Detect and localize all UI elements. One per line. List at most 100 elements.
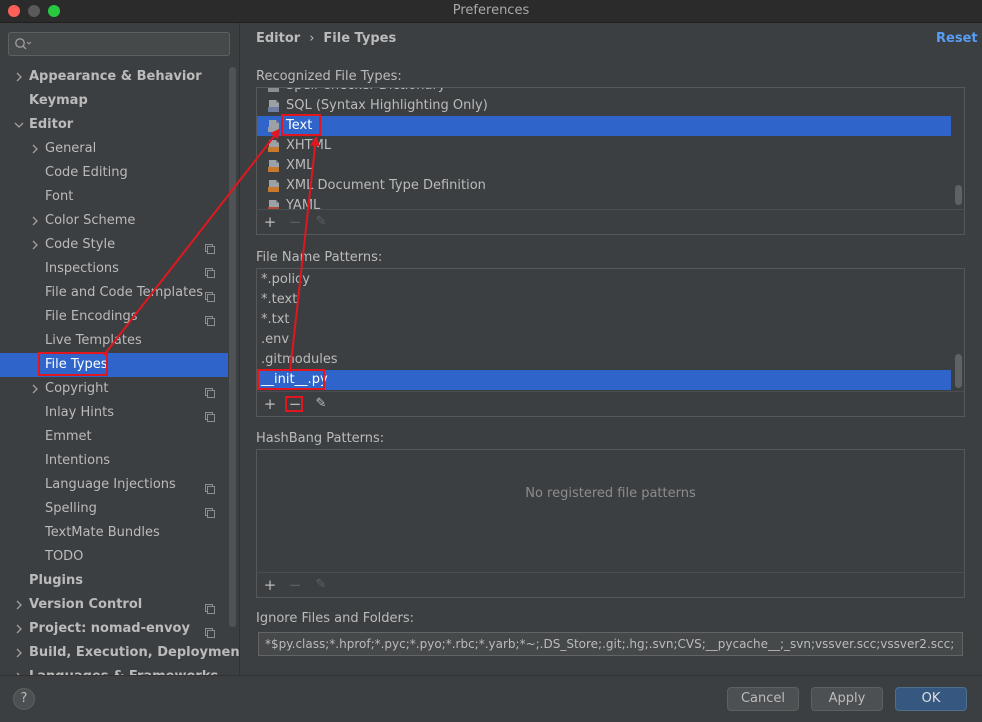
sidebar-item-label: TODO bbox=[45, 549, 84, 564]
remove-hashbang-button[interactable]: − bbox=[286, 576, 304, 594]
pattern-row[interactable]: *.policy bbox=[257, 270, 951, 290]
cancel-button[interactable]: Cancel bbox=[727, 687, 799, 711]
sidebar-item-label: Spelling bbox=[45, 501, 97, 516]
sidebar-item-label: Copyright bbox=[45, 381, 109, 396]
sidebar-item-label: File and Code Templates bbox=[45, 285, 203, 300]
chevron-right-icon[interactable] bbox=[30, 233, 40, 257]
reset-link[interactable]: Reset bbox=[936, 31, 978, 46]
chevron-right-icon[interactable] bbox=[14, 65, 24, 89]
sidebar-item-project-nomad-envoy[interactable]: Project: nomad-envoy bbox=[0, 617, 228, 641]
sidebar-item-inlay-hints[interactable]: Inlay Hints bbox=[0, 401, 228, 425]
recognized-file-types-label: Recognized File Types: bbox=[256, 69, 402, 84]
pattern-row[interactable]: __init__.py bbox=[257, 370, 951, 390]
project-scope-icon bbox=[205, 407, 215, 422]
pattern-row[interactable]: *.text bbox=[257, 290, 951, 310]
sidebar-item-languages-frameworks[interactable]: Languages & Frameworks bbox=[0, 665, 228, 675]
chevron-right-icon[interactable] bbox=[14, 641, 24, 665]
project-scope-icon bbox=[205, 623, 215, 638]
sidebar-item-label: Editor bbox=[29, 117, 74, 132]
file-type-row[interactable]: SQL (Syntax Highlighting Only) bbox=[257, 96, 951, 116]
project-scope-icon bbox=[205, 479, 215, 494]
sidebar-item-version-control[interactable]: Version Control bbox=[0, 593, 228, 617]
sidebar-item-label: Inspections bbox=[45, 261, 119, 276]
pattern-row[interactable]: .env bbox=[257, 330, 951, 350]
file-type-row[interactable]: XML Document Type Definition bbox=[257, 176, 951, 196]
sidebar-item-live-templates[interactable]: Live Templates bbox=[0, 329, 228, 353]
sidebar-item-appearance-behavior[interactable]: Appearance & Behavior bbox=[0, 65, 228, 89]
sidebar-item-spelling[interactable]: Spelling bbox=[0, 497, 228, 521]
sidebar-item-label: Color Scheme bbox=[45, 213, 136, 228]
file-type-row[interactable]: Text bbox=[257, 116, 951, 136]
patterns-list-scrollbar[interactable] bbox=[955, 354, 962, 388]
edit-file-type-button[interactable]: ✎ bbox=[312, 213, 330, 231]
file-type-row[interactable]: XHTML bbox=[257, 136, 951, 156]
breadcrumb-separator: › bbox=[309, 31, 315, 46]
chevron-right-icon[interactable] bbox=[14, 665, 24, 675]
window-title: Preferences bbox=[452, 3, 530, 18]
sidebar-item-build-execution-deployment[interactable]: Build, Execution, Deployment bbox=[0, 641, 239, 665]
sidebar-item-label: File Encodings bbox=[45, 309, 138, 324]
file-name-patterns-list[interactable]: __init__.py .gitmodules .env *.txt *.text *.p… bbox=[256, 268, 965, 392]
ignore-files-label: Ignore Files and Folders: bbox=[256, 611, 415, 626]
chevron-down-icon[interactable] bbox=[14, 113, 24, 137]
recognized-list-scrollbar[interactable] bbox=[955, 185, 962, 205]
sidebar-item-code-editing[interactable]: Code Editing bbox=[0, 161, 228, 185]
sidebar-item-emmet[interactable]: Emmet bbox=[0, 425, 228, 449]
sidebar-item-todo[interactable]: TODO bbox=[0, 545, 228, 569]
chevron-right-icon[interactable] bbox=[14, 617, 24, 641]
ok-button[interactable]: OK bbox=[895, 687, 967, 711]
pattern-label: .gitmodules bbox=[261, 352, 338, 367]
settings-sidebar: Appearance & Behavior Keymap Editor General… bbox=[0, 23, 240, 675]
file-type-row[interactable]: Spell Checker Dictionary bbox=[257, 88, 951, 96]
sidebar-item-file-and-code-templates[interactable]: File and Code Templates bbox=[0, 281, 228, 305]
chevron-right-icon[interactable] bbox=[30, 377, 40, 401]
sidebar-item-keymap[interactable]: Keymap bbox=[0, 89, 228, 113]
help-button[interactable]: ? bbox=[13, 688, 35, 710]
sidebar-item-copyright[interactable]: Copyright bbox=[0, 377, 228, 401]
sidebar-item-label: Language Injections bbox=[45, 477, 176, 492]
file-type-row[interactable]: XML bbox=[257, 156, 951, 176]
sidebar-item-textmate-bundles[interactable]: TextMate Bundles bbox=[0, 521, 228, 545]
edit-hashbang-button[interactable]: ✎ bbox=[312, 576, 330, 594]
settings-search-input[interactable] bbox=[8, 32, 230, 56]
sidebar-item-general[interactable]: General bbox=[0, 137, 228, 161]
sidebar-item-inspections[interactable]: Inspections bbox=[0, 257, 228, 281]
sidebar-item-plugins[interactable]: Plugins bbox=[0, 569, 228, 593]
sidebar-item-code-style[interactable]: Code Style bbox=[0, 233, 228, 257]
ignore-files-input[interactable]: *$py.class;*.hprof;*.pyc;*.pyo;*.rbc;*.y… bbox=[258, 632, 963, 656]
sidebar-item-label: General bbox=[45, 141, 97, 156]
add-hashbang-button[interactable]: + bbox=[261, 576, 279, 594]
project-scope-icon bbox=[205, 287, 215, 302]
file-type-row[interactable]: YAML bbox=[257, 196, 951, 210]
add-file-type-button[interactable]: + bbox=[261, 213, 279, 231]
apply-button[interactable]: Apply bbox=[811, 687, 883, 711]
search-icon bbox=[15, 38, 32, 50]
sidebar-item-editor[interactable]: Editor bbox=[0, 113, 228, 137]
recognized-list-toolbar: + − ✎ bbox=[256, 209, 965, 235]
file-type-label: YAML bbox=[286, 198, 321, 210]
sidebar-item-language-injections[interactable]: Language Injections bbox=[0, 473, 228, 497]
sidebar-item-font[interactable]: Font bbox=[0, 185, 228, 209]
file-name-patterns-label: File Name Patterns: bbox=[256, 250, 383, 265]
add-pattern-button[interactable]: + bbox=[261, 395, 279, 413]
chevron-right-icon[interactable] bbox=[30, 209, 40, 233]
edit-pattern-button[interactable]: ✎ bbox=[312, 395, 330, 413]
sidebar-item-label: Languages & Frameworks bbox=[29, 665, 218, 675]
pattern-row[interactable]: .gitmodules bbox=[257, 350, 951, 370]
remove-file-type-button[interactable]: − bbox=[286, 213, 304, 231]
sidebar-item-label: Live Templates bbox=[45, 333, 142, 348]
pattern-row[interactable]: *.txt bbox=[257, 310, 951, 330]
sidebar-scrollbar[interactable] bbox=[229, 67, 236, 627]
hashbang-patterns-list[interactable]: No registered file patterns bbox=[256, 449, 965, 573]
chevron-right-icon[interactable] bbox=[14, 593, 24, 617]
recognized-file-types-list[interactable]: YAML XML Document Type Definition XML XHTML… bbox=[256, 87, 965, 210]
file-type-label: XML bbox=[286, 158, 314, 173]
sidebar-item-intentions[interactable]: Intentions bbox=[0, 449, 228, 473]
annotation-box-text bbox=[281, 114, 321, 136]
sidebar-item-color-scheme[interactable]: Color Scheme bbox=[0, 209, 228, 233]
sidebar-item-file-encodings[interactable]: File Encodings bbox=[0, 305, 228, 329]
sidebar-item-label: Keymap bbox=[29, 93, 88, 108]
sidebar-item-file-types[interactable]: File Types bbox=[0, 353, 228, 377]
hashbang-list-toolbar: + − ✎ bbox=[256, 572, 965, 598]
chevron-right-icon[interactable] bbox=[30, 137, 40, 161]
